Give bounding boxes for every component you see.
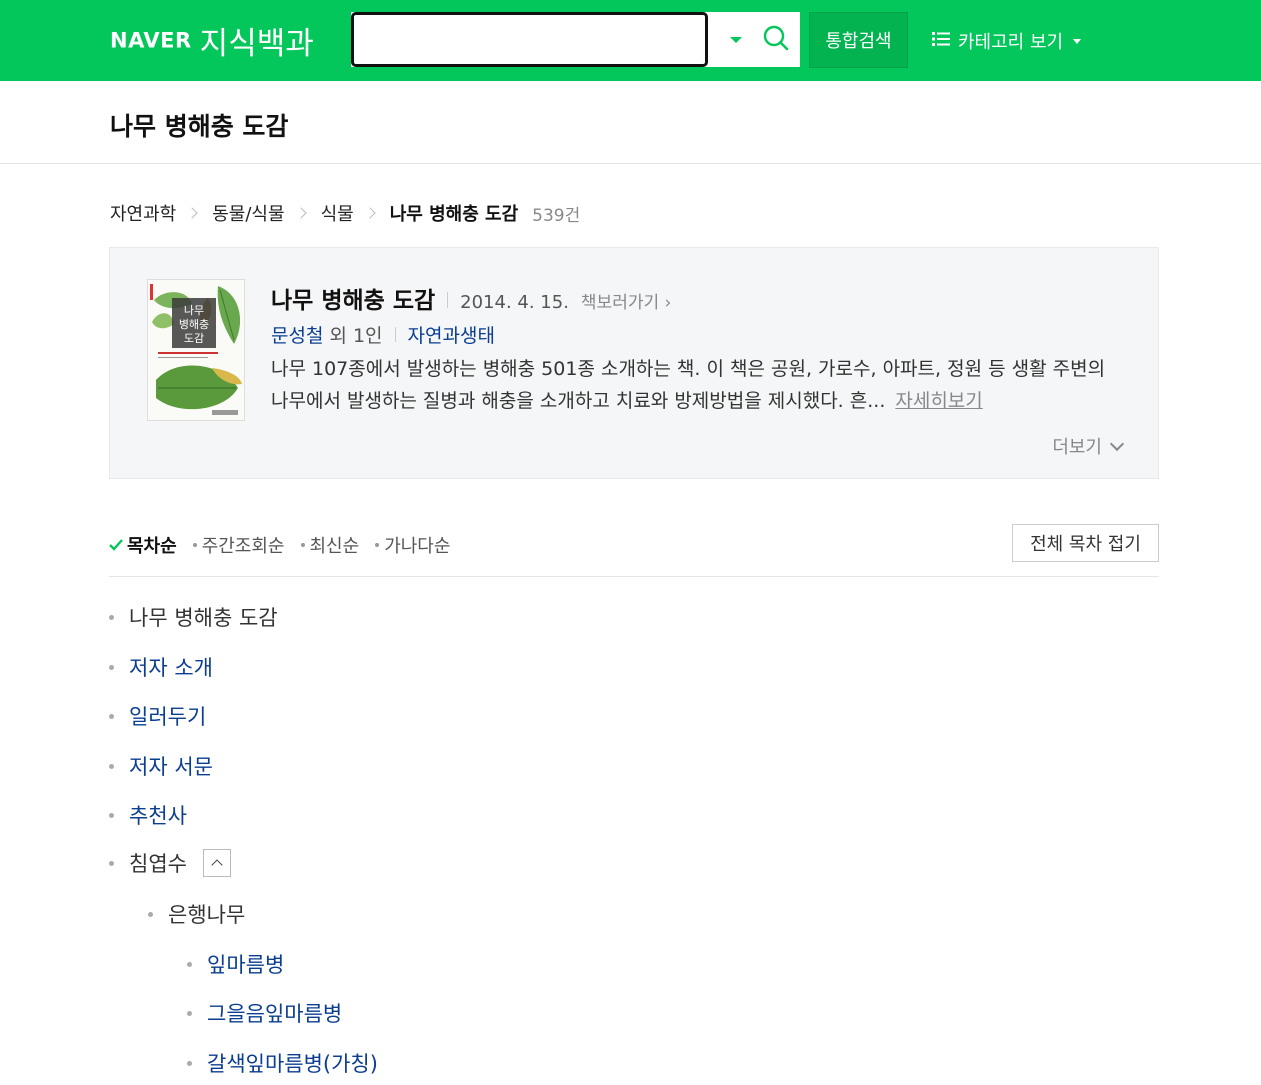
bullet-icon	[109, 713, 114, 719]
view-book-label: 책보러가기	[580, 293, 660, 313]
toc-link[interactable]: 잎마름병	[207, 949, 284, 979]
divider	[109, 576, 1159, 577]
bullet-icon	[109, 860, 114, 866]
chevron-up-icon	[211, 859, 223, 871]
breadcrumb-item[interactable]: 식물	[321, 200, 354, 226]
sort-options: 목차순 주간조회순 최신순 가나다순	[109, 532, 466, 558]
more-button[interactable]: 더보기	[1052, 433, 1125, 459]
publish-date: 2014. 4. 15.	[460, 292, 569, 313]
book-info-box: 나무 병해충 도감 나무 병해충 도감 2014. 4. 15. 책보러가기 ›…	[109, 247, 1159, 479]
view-book-link[interactable]: 책보러가기 ›	[581, 288, 671, 313]
sort-option-label: 목차순	[127, 536, 177, 557]
search-icon[interactable]	[763, 24, 789, 54]
list-icon	[932, 31, 950, 52]
author-link[interactable]: 문성철	[271, 321, 323, 348]
divider	[0, 163, 1261, 164]
chevron-right-icon	[186, 207, 198, 219]
sort-option-label: 최신순	[309, 536, 360, 557]
bullet-icon	[192, 543, 197, 547]
toc-link[interactable]: 추천사	[129, 800, 187, 830]
toc-item: 갈색잎마름병(가칭)	[187, 1048, 378, 1078]
author-etc: 외 1인	[329, 325, 383, 347]
sort-option-latest[interactable]: 최신순	[300, 532, 360, 558]
sort-option-alphabetical[interactable]: 가나다순	[375, 532, 450, 558]
bullet-icon	[109, 614, 114, 620]
bullet-icon	[375, 543, 380, 547]
sort-option-label: 주간조회순	[201, 536, 285, 557]
breadcrumb-item[interactable]: 자연과학	[110, 200, 176, 226]
toc-label: 침엽수	[129, 852, 187, 876]
page-title: 나무 병해충 도감	[110, 112, 289, 141]
bullet-icon	[187, 1060, 192, 1066]
check-icon	[109, 539, 123, 551]
toc-label: 은행나무	[168, 903, 246, 927]
toc-item: 저자 소개	[109, 652, 213, 682]
book-title-row: 나무 병해충 도감 2014. 4. 15. 책보러가기 ›	[271, 281, 671, 315]
sort-option-weekly[interactable]: 주간조회순	[192, 532, 285, 558]
toc-link[interactable]: 저자 소개	[129, 652, 213, 682]
more-label: 더보기	[1052, 437, 1102, 458]
book-description: 나무 107종에서 발생하는 병해충 501종 소개하는 책. 이 책은 공원,…	[271, 353, 1121, 417]
entry-count: 539건	[532, 205, 581, 226]
fold-all-toc-button[interactable]: 전체 목차 접기	[1012, 524, 1159, 562]
toc-item: 추천사	[109, 800, 187, 830]
toc-item: 은행나무	[148, 899, 245, 929]
chevron-right-icon	[364, 207, 376, 219]
breadcrumb: 자연과학 동물/식물 식물 나무 병해충 도감 539건	[110, 200, 580, 226]
publisher-link[interactable]: 자연과생태	[408, 321, 495, 348]
divider	[394, 327, 396, 342]
chevron-down-icon	[1109, 436, 1125, 452]
breadcrumb-current: 나무 병해충 도감	[389, 204, 519, 225]
toc-item: 저자 서문	[109, 751, 213, 781]
search-box	[351, 12, 800, 67]
toc-link[interactable]: 일러두기	[129, 701, 206, 731]
bullet-icon	[109, 812, 114, 818]
logo-brand: NAVER	[110, 28, 192, 53]
chevron-right-icon	[294, 207, 307, 219]
toc-item: 일러두기	[109, 701, 206, 731]
category-view-button[interactable]: 카테고리 보기	[932, 28, 1082, 54]
collapse-toggle[interactable]	[202, 849, 231, 877]
search-input[interactable]	[351, 12, 708, 67]
toc-item: 나무 병해충 도감	[109, 602, 278, 632]
bullet-icon	[187, 1010, 192, 1016]
toc-link[interactable]: 갈색잎마름병(가칭)	[207, 1048, 378, 1078]
toc-item: 그을음잎마름병	[187, 998, 342, 1028]
toc-label: 나무 병해충 도감	[129, 606, 278, 630]
bullet-icon	[109, 664, 114, 670]
bullet-icon	[109, 763, 114, 769]
bullet-icon	[187, 961, 192, 967]
divider	[447, 292, 449, 308]
naver-logo[interactable]: NAVER 지식백과	[110, 18, 314, 63]
bullet-icon	[148, 911, 153, 917]
toc-item: 잎마름병	[187, 949, 284, 979]
book-cover-image[interactable]: 나무 병해충 도감	[147, 279, 245, 421]
top-bar: NAVER 지식백과 통합검색 카테고리 보기	[0, 0, 1261, 81]
cover-title-line: 병해충	[179, 317, 209, 331]
chevron-right-icon: ›	[664, 293, 672, 313]
sort-option-toc[interactable]: 목차순	[109, 532, 177, 558]
category-view-label: 카테고리 보기	[958, 32, 1064, 53]
detail-link[interactable]: 자세히보기	[895, 390, 982, 412]
book-title[interactable]: 나무 병해충 도감	[271, 281, 435, 315]
toc-link[interactable]: 그을음잎마름병	[207, 998, 342, 1028]
breadcrumb-item[interactable]: 동물/식물	[212, 200, 284, 226]
book-meta: 문성철 외 1인 자연과생태	[271, 321, 495, 348]
logo-service: 지식백과	[199, 26, 314, 62]
toc-link[interactable]: 저자 서문	[129, 751, 213, 781]
cover-title-line: 나무	[184, 304, 204, 317]
cover-title-line: 도감	[184, 332, 204, 345]
sort-option-label: 가나다순	[384, 536, 451, 557]
search-dropdown-icon[interactable]	[730, 37, 742, 43]
unified-search-button[interactable]: 통합검색	[809, 12, 908, 68]
toc-item: 침엽수	[109, 848, 231, 878]
bullet-icon	[300, 543, 305, 547]
caret-down-icon	[1073, 38, 1082, 44]
